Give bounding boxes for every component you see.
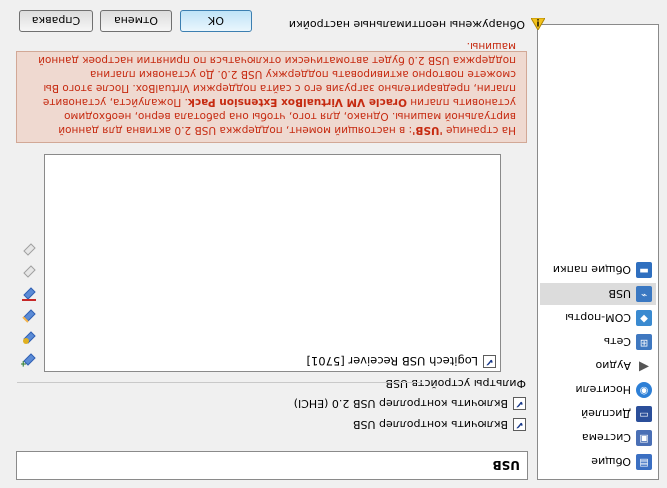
sidebar-item-com-ports[interactable]: ◆ COM-порты bbox=[540, 307, 656, 329]
cancel-button[interactable]: Отмена bbox=[100, 10, 172, 32]
checkbox-box[interactable]: ✔ bbox=[513, 397, 526, 410]
system-icon: ▣ bbox=[636, 430, 652, 446]
settings-dialog: ▤ Общие ▣ Система ▭ Дисплей ◉ Носители ◀… bbox=[0, 0, 667, 488]
general-icon: ▤ bbox=[636, 454, 652, 470]
enable-usb2-label: Включить контроллер USB 2.0 (EHCI) bbox=[293, 397, 508, 410]
list-item[interactable]: ✔ Logitech USB Receiver [5701] bbox=[46, 353, 499, 370]
move-down-icon[interactable] bbox=[20, 241, 38, 259]
sidebar-item-label: Система bbox=[581, 431, 631, 445]
com-ports-icon: ◆ bbox=[636, 310, 652, 326]
warning-extension-pack: Oracle VM VirtualBox Extension Pack bbox=[187, 96, 407, 108]
enable-usb-checkbox[interactable]: ✔ Включить контроллер USB bbox=[353, 418, 526, 431]
edit-filter-icon[interactable] bbox=[20, 307, 38, 325]
ok-button[interactable]: OK bbox=[180, 10, 252, 32]
filter-checkbox[interactable]: ✔ bbox=[483, 355, 496, 368]
move-up-icon[interactable] bbox=[20, 263, 38, 281]
enable-usb-label: Включить контроллер USB bbox=[352, 418, 508, 431]
add-from-device-icon[interactable] bbox=[20, 329, 38, 347]
sidebar-item-label: Носители bbox=[575, 383, 631, 397]
storage-icon: ◉ bbox=[636, 382, 652, 398]
sidebar-item-shared-folders[interactable]: ▬ Общие папки bbox=[540, 259, 656, 281]
status-text: Обнаружены неоптимальные настройки bbox=[288, 18, 525, 31]
sidebar-item-label: COM-порты bbox=[565, 311, 631, 325]
svg-text:+: + bbox=[21, 358, 27, 368]
page-title: USB bbox=[16, 451, 528, 480]
usb-filter-list[interactable]: ✔ Logitech USB Receiver [5701] bbox=[44, 154, 501, 372]
warning-text-1: На странице bbox=[442, 124, 516, 136]
warning-icon bbox=[530, 18, 546, 32]
sidebar-item-label: Общие bbox=[591, 455, 631, 469]
audio-icon: ◀ bbox=[639, 359, 649, 374]
settings-sidebar: ▤ Общие ▣ Система ▭ Дисплей ◉ Носители ◀… bbox=[537, 24, 659, 480]
filters-label: Фильтры устройств USB bbox=[385, 377, 526, 390]
sidebar-item-network[interactable]: ⊞ Сеть bbox=[540, 331, 656, 353]
sidebar-item-usb[interactable]: ⌁ USB bbox=[540, 283, 656, 305]
add-filter-icon[interactable]: + bbox=[20, 351, 38, 369]
sidebar-item-label: Общие папки bbox=[552, 263, 631, 277]
sidebar-item-general[interactable]: ▤ Общие bbox=[540, 451, 656, 473]
filter-label: Logitech USB Receiver [5701] bbox=[306, 354, 479, 369]
sidebar-item-label: Дисплей bbox=[581, 407, 631, 421]
usb-icon: ⌁ bbox=[636, 286, 652, 302]
warning-message: На странице 'USB': в настоящий момент, п… bbox=[16, 40, 527, 143]
sidebar-item-label: Аудио bbox=[595, 359, 631, 373]
sidebar-item-storage[interactable]: ◉ Носители bbox=[540, 379, 656, 401]
sidebar-item-system[interactable]: ▣ Система bbox=[540, 427, 656, 449]
enable-usb2-checkbox[interactable]: ✔ Включить контроллер USB 2.0 (EHCI) bbox=[294, 397, 526, 410]
sidebar-item-label: Сеть bbox=[603, 335, 631, 349]
help-button[interactable]: Справка bbox=[19, 10, 93, 32]
remove-filter-icon[interactable] bbox=[20, 285, 38, 303]
display-icon: ▭ bbox=[636, 406, 652, 422]
network-icon: ⊞ bbox=[636, 334, 652, 350]
warning-page-name: 'USB' bbox=[412, 124, 443, 136]
filters-separator bbox=[17, 382, 422, 383]
sidebar-item-audio[interactable]: ◀ Аудио bbox=[540, 355, 656, 377]
status-bar: Обнаружены неоптимальные настройки bbox=[288, 18, 546, 32]
sidebar-item-label: USB bbox=[608, 287, 631, 301]
checkbox-box[interactable]: ✔ bbox=[513, 418, 526, 431]
sidebar-item-display[interactable]: ▭ Дисплей bbox=[540, 403, 656, 425]
shared-folders-icon: ▬ bbox=[636, 262, 652, 278]
